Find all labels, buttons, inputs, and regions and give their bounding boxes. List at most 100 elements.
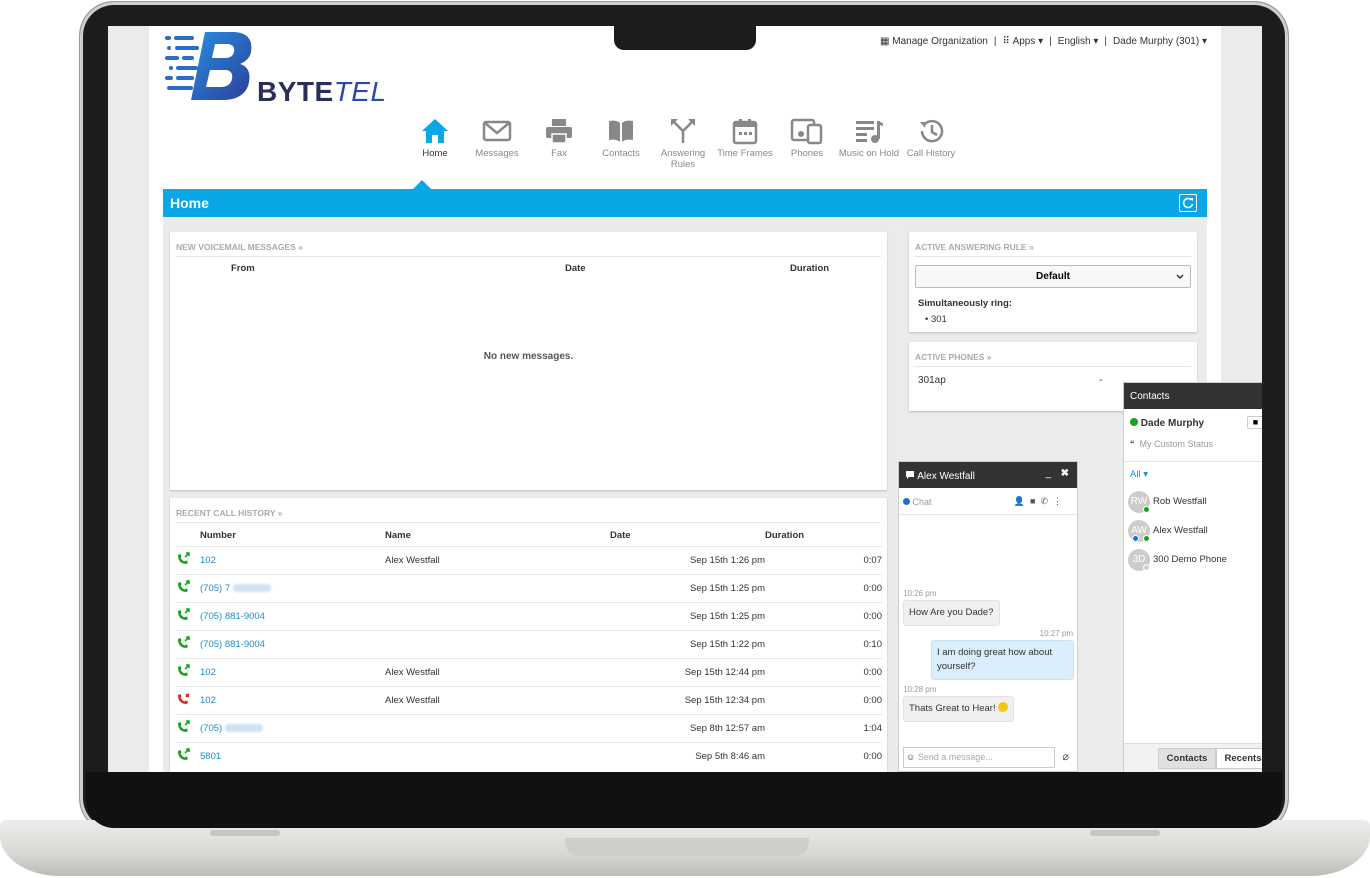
camera-notch (614, 24, 756, 50)
call-name (385, 742, 610, 770)
table-row[interactable]: 102 Alex Westfall Sep 15th 12:34 pm 0:00 (176, 686, 882, 715)
table-row[interactable]: (705) 881-9004 Sep 15th 1:25 pm 0:00 (176, 602, 882, 631)
presence-dot (1143, 535, 1150, 542)
nav-label: Home (422, 148, 448, 159)
redacted-number (224, 724, 263, 733)
table-row[interactable]: 102 Alex Westfall Sep 15th 12:44 pm 0:00 (176, 658, 882, 687)
laptop-hinge-left (210, 830, 280, 836)
call-date: Sep 15th 1:25 pm (610, 574, 765, 603)
bytetel-logo[interactable]: BYTETEL (165, 28, 386, 107)
nav-time-frames[interactable]: Time Frames (714, 114, 776, 170)
col-duration: Duration (790, 263, 830, 274)
contact-item[interactable]: RWRob Westfall101 (1128, 491, 1262, 517)
page-title: Home (170, 195, 209, 211)
message-input[interactable]: ☺ Send a message... (903, 747, 1055, 768)
table-row[interactable]: 102 Alex Westfall Sep 15th 1:26 pm 0:07 (176, 546, 882, 575)
call-name (385, 602, 610, 631)
col-duration: Duration (765, 530, 805, 541)
phone-icon[interactable]: ✆ (1040, 496, 1053, 506)
voicemail-panel: NEW VOICEMAIL MESSAGES » From Date Durat… (170, 232, 887, 490)
call-history-panel: RECENT CALL HISTORY » Number Name Date D… (170, 498, 887, 772)
call-number[interactable]: (705) (200, 714, 385, 743)
table-row[interactable]: (705) 881-9004 Sep 15th 1:22 pm 0:10 (176, 630, 882, 659)
call-date: Sep 15th 1:25 pm (610, 602, 765, 631)
presence-dot (1132, 535, 1139, 542)
nav-call-history[interactable]: Call History (900, 114, 962, 170)
answered-call-icon (178, 664, 190, 676)
nav-home[interactable]: Home (404, 114, 466, 170)
table-row[interactable]: (705) 7 Sep 15th 1:25 pm 0:00 (176, 574, 882, 603)
video-icon[interactable]: ■ (1030, 496, 1040, 506)
presence-dot (1143, 564, 1150, 571)
tab-contacts[interactable]: Contacts (1158, 748, 1216, 769)
call-number[interactable]: (705) 881-9004 (200, 602, 385, 631)
sim-ring-label: Simultaneously ring: (918, 298, 1012, 309)
online-dot (1130, 418, 1138, 426)
phone-status: - (1099, 375, 1103, 386)
nav-messages[interactable]: Messages (466, 114, 528, 170)
voicemail-title[interactable]: NEW VOICEMAIL MESSAGES » (176, 232, 881, 257)
chat-window: Alex Westfall _ ✖ Chat 👤■✆⋮ 10:26 pm How… (898, 461, 1078, 772)
user-menu[interactable]: Dade Murphy (301) ▾ (1113, 36, 1207, 47)
call-name: Alex Westfall (385, 546, 610, 575)
call-date: Sep 15th 12:44 pm (610, 658, 765, 687)
call-name (385, 574, 610, 603)
split-arrows-icon (671, 119, 695, 143)
custom-status[interactable]: “ My Custom Status (1130, 439, 1213, 449)
music-list-icon (856, 121, 883, 143)
nav-music-on-hold[interactable]: Music on Hold (838, 114, 900, 170)
call-date: Sep 15th 12:34 pm (610, 686, 765, 715)
nav-phones[interactable]: Phones (776, 114, 838, 170)
contacts-tabs: Contacts Recents (1124, 743, 1262, 772)
active-phones-title[interactable]: ACTIVE PHONES » (915, 342, 1191, 367)
nav-label: Phones (790, 148, 824, 159)
call-number[interactable]: 102 (200, 658, 385, 687)
table-row[interactable]: (705) Sep 8th 12:57 am 1:04 (176, 714, 882, 743)
nav-contacts[interactable]: Contacts (590, 114, 652, 170)
call-duration: 0:10 (765, 630, 882, 659)
refresh-icon (1182, 197, 1194, 209)
nav-label: Call History (906, 148, 956, 159)
nav-answering-rules[interactable]: Answering Rules (652, 114, 714, 170)
logo-wordmark: BYTETEL (257, 76, 387, 107)
call-number[interactable]: (705) 7 (200, 574, 385, 603)
table-row[interactable]: 5801 Sep 5th 8:46 am 0:00 (176, 742, 882, 770)
answering-rule-title[interactable]: ACTIVE ANSWERING RULE » (915, 232, 1191, 257)
call-history-title[interactable]: RECENT CALL HISTORY » (176, 498, 881, 523)
answering-rule-select[interactable]: Default (915, 265, 1191, 288)
contacts-filter[interactable]: All ▾ (1130, 469, 1148, 480)
message-incoming: How Are you Dade? (903, 600, 1000, 626)
add-user-icon[interactable]: 👤 (1014, 496, 1030, 506)
call-name: Alex Westfall (385, 658, 610, 687)
nav-fax[interactable]: Fax (528, 114, 590, 170)
manage-org-link[interactable]: ▦ Manage Organization (880, 36, 988, 47)
video-icon[interactable]: ■ (1248, 417, 1262, 428)
more-icon[interactable]: ⋮ (1053, 496, 1067, 506)
contact-name: 300 Demo Phone (1153, 554, 1227, 565)
minimize-button[interactable]: _ (1045, 468, 1051, 479)
call-number[interactable]: 5801 (200, 742, 385, 770)
call-status-cell (176, 742, 200, 770)
col-name: Name (385, 530, 411, 541)
apps-menu[interactable]: ⠿ Apps ▾ (1002, 36, 1043, 47)
emoji-icon[interactable]: ☺ (906, 752, 915, 762)
laptop-frame: BYTETEL ▦ Manage Organization | ⠿ Apps ▾… (0, 0, 1370, 878)
call-number[interactable]: (705) 881-9004 (200, 630, 385, 659)
contact-item[interactable]: AWAlex Westfall102 (1128, 520, 1262, 546)
contact-item[interactable]: 3D300 Demo Phone300 (1128, 549, 1262, 575)
home-icon (422, 119, 448, 143)
refresh-button[interactable] (1179, 194, 1197, 212)
close-button[interactable]: ✖ (1061, 468, 1069, 479)
call-status-cell (176, 714, 200, 743)
attach-icon[interactable]: ⌀ (1062, 750, 1069, 763)
nav-label: Time Frames (717, 148, 773, 159)
col-number: Number (200, 530, 236, 541)
call-number[interactable]: 102 (200, 546, 385, 575)
call-number[interactable]: 102 (200, 686, 385, 715)
language-menu[interactable]: English ▾ (1058, 36, 1099, 47)
call-status-cell (176, 630, 200, 659)
phones-icon (790, 118, 823, 145)
tab-recents[interactable]: Recents (1216, 748, 1262, 769)
laptop-hinge-right (1090, 830, 1160, 836)
chevron-down-icon (1176, 274, 1184, 280)
